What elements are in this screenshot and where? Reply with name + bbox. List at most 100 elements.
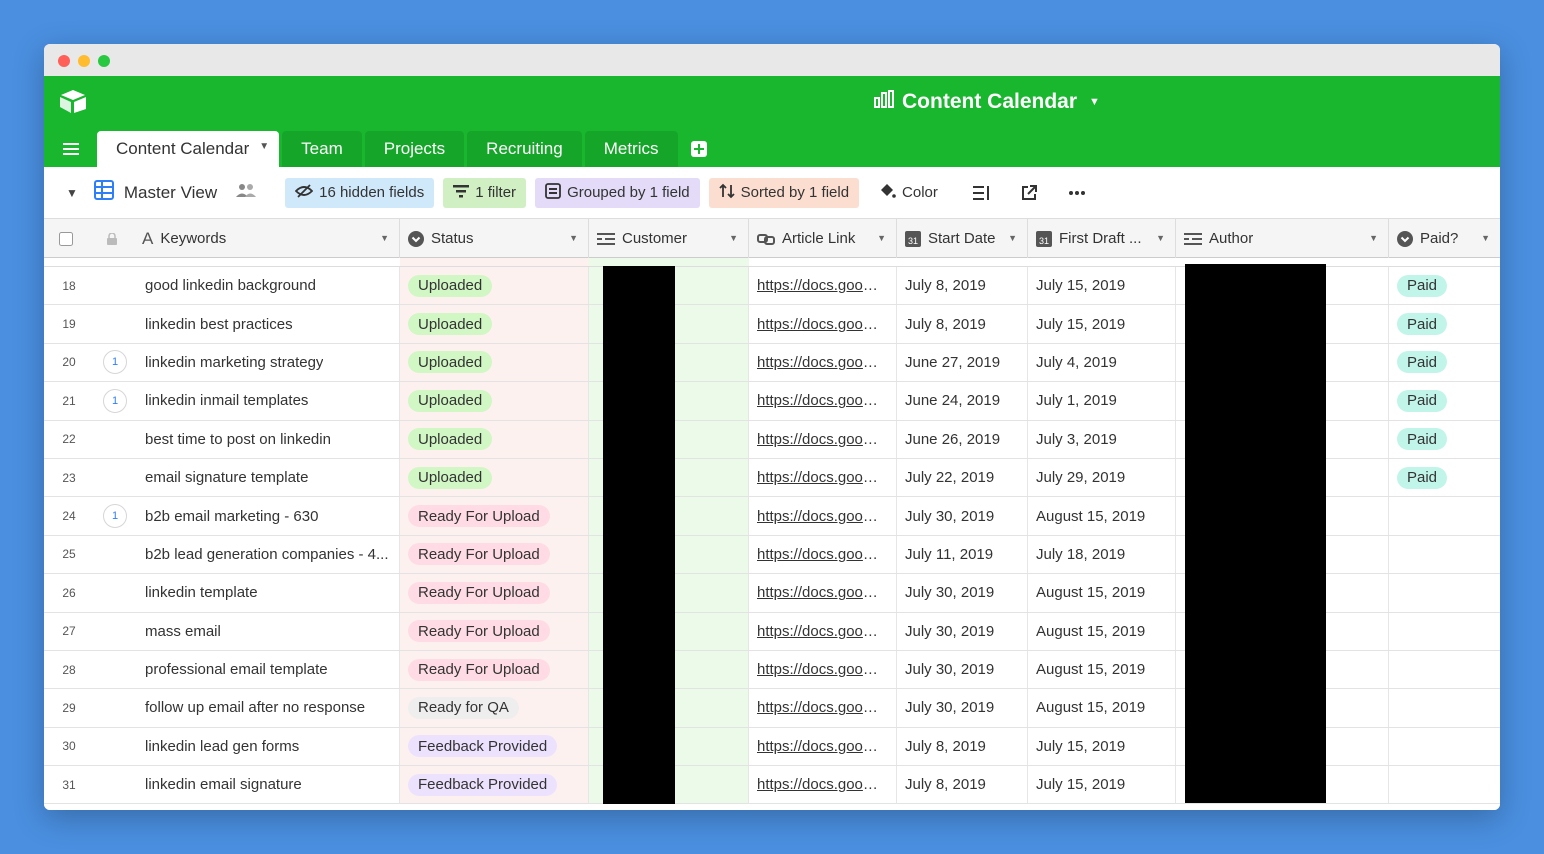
- start-date-cell[interactable]: July 30, 2019: [897, 612, 1028, 650]
- column-header-status[interactable]: Status ▼: [400, 219, 589, 258]
- keyword-cell[interactable]: linkedin email signature: [136, 766, 400, 804]
- article-link[interactable]: https://docs.google.com/document: [757, 623, 883, 640]
- article-link-cell[interactable]: https://docs.google.com/document: [749, 574, 897, 612]
- first-draft-cell[interactable]: July 15, 2019: [1028, 267, 1176, 305]
- article-link[interactable]: https://docs.google.com/document: [757, 431, 883, 448]
- start-date-cell[interactable]: July 8, 2019: [897, 305, 1028, 343]
- collaborators-icon[interactable]: [235, 182, 257, 203]
- article-link[interactable]: https://docs.google.com/document: [757, 354, 883, 371]
- status-cell[interactable]: Uploaded: [400, 420, 589, 458]
- comment-count-badge[interactable]: 1: [103, 504, 127, 529]
- keyword-cell[interactable]: b2b lead generation companies - 4...: [136, 535, 400, 574]
- article-link[interactable]: https://docs.google.com/document: [757, 776, 883, 793]
- row-height-icon[interactable]: [970, 182, 992, 204]
- first-draft-cell[interactable]: August 15, 2019: [1028, 650, 1176, 689]
- status-cell[interactable]: Ready For Upload: [400, 612, 589, 650]
- article-link-cell[interactable]: https://docs.google.com/document: [749, 382, 897, 420]
- view-name-button[interactable]: Master View: [124, 183, 217, 203]
- close-window-button[interactable]: [58, 55, 70, 67]
- first-draft-cell[interactable]: July 18, 2019: [1028, 535, 1176, 574]
- status-cell[interactable]: Feedback Provided: [400, 727, 589, 766]
- color-button[interactable]: Color: [868, 178, 948, 208]
- paid-cell[interactable]: [1389, 728, 1500, 765]
- paid-cell[interactable]: [1389, 689, 1500, 726]
- status-cell[interactable]: Ready For Upload: [400, 574, 589, 612]
- more-options-icon[interactable]: [1066, 182, 1088, 204]
- article-link-cell[interactable]: https://docs.google.com/document: [749, 305, 897, 343]
- maximize-window-button[interactable]: [98, 55, 110, 67]
- keyword-cell[interactable]: b2b email marketing - 630: [136, 497, 400, 535]
- tab-recruiting[interactable]: Recruiting: [467, 131, 582, 167]
- article-link[interactable]: https://docs.google.com/document: [757, 508, 883, 525]
- collapse-sidebar-icon[interactable]: ▼: [66, 186, 78, 200]
- article-link-cell[interactable]: https://docs.google.com/document: [749, 267, 897, 305]
- keyword-cell[interactable]: follow up email after no response: [136, 689, 400, 727]
- filter-button[interactable]: 1 filter: [443, 177, 527, 208]
- article-link-cell[interactable]: https://docs.google.com/document: [749, 650, 897, 689]
- paid-cell[interactable]: Paid: [1389, 459, 1500, 496]
- paid-cell[interactable]: Paid: [1389, 267, 1500, 304]
- chevron-down-icon[interactable]: ▼: [259, 141, 269, 152]
- paid-cell[interactable]: Paid: [1389, 305, 1500, 342]
- article-link-cell[interactable]: https://docs.google.com/document: [749, 458, 897, 497]
- chevron-down-icon[interactable]: ▼: [1156, 233, 1165, 243]
- chevron-down-icon[interactable]: ▼: [1369, 233, 1378, 243]
- keyword-cell[interactable]: good linkedin background: [136, 267, 400, 305]
- chevron-down-icon[interactable]: ▼: [729, 233, 738, 243]
- article-link-cell[interactable]: https://docs.google.com/document: [749, 766, 897, 804]
- article-link[interactable]: https://docs.google.com/document: [757, 277, 883, 294]
- column-header-article-link[interactable]: Article Link ▼: [749, 219, 897, 258]
- column-header-author[interactable]: Author ▼: [1176, 219, 1389, 258]
- article-link[interactable]: https://docs.google.com/document: [757, 469, 883, 486]
- keyword-cell[interactable]: email signature template: [136, 458, 400, 497]
- status-cell[interactable]: Ready For Upload: [400, 497, 589, 535]
- start-date-cell[interactable]: July 30, 2019: [897, 497, 1028, 535]
- paid-cell[interactable]: [1389, 766, 1500, 803]
- article-link[interactable]: https://docs.google.com/document: [757, 699, 883, 716]
- keyword-cell[interactable]: mass email: [136, 612, 400, 650]
- tab-metrics[interactable]: Metrics: [584, 131, 678, 167]
- keyword-cell[interactable]: linkedin inmail templates: [136, 382, 400, 420]
- column-header-paid[interactable]: Paid? ▼: [1389, 219, 1500, 258]
- column-header-customer[interactable]: Customer ▼: [589, 219, 749, 258]
- first-draft-cell[interactable]: July 15, 2019: [1028, 766, 1176, 804]
- status-cell[interactable]: Ready for QA: [400, 689, 589, 727]
- comment-count-badge[interactable]: 1: [103, 350, 127, 375]
- article-link[interactable]: https://docs.google.com/document: [757, 546, 883, 563]
- start-date-cell[interactable]: June 26, 2019: [897, 420, 1028, 458]
- paid-cell[interactable]: [1389, 536, 1500, 573]
- article-link[interactable]: https://docs.google.com/document: [757, 738, 883, 755]
- status-cell[interactable]: Feedback Provided: [400, 766, 589, 804]
- keyword-cell[interactable]: linkedin marketing strategy: [136, 343, 400, 382]
- first-draft-cell[interactable]: August 15, 2019: [1028, 497, 1176, 535]
- first-draft-cell[interactable]: July 4, 2019: [1028, 343, 1176, 382]
- first-draft-cell[interactable]: August 15, 2019: [1028, 612, 1176, 650]
- chevron-down-icon[interactable]: ▼: [1008, 233, 1017, 243]
- article-link-cell[interactable]: https://docs.google.com/document: [749, 497, 897, 535]
- column-header-start-date[interactable]: 31 Start Date ▼: [897, 219, 1028, 258]
- first-draft-cell[interactable]: July 29, 2019: [1028, 458, 1176, 497]
- paid-cell[interactable]: [1389, 497, 1500, 534]
- tab-team[interactable]: Team: [282, 131, 362, 167]
- paid-cell[interactable]: Paid: [1389, 421, 1500, 458]
- column-header-first-draft[interactable]: 31 First Draft ... ▼: [1028, 219, 1176, 258]
- start-date-cell[interactable]: July 30, 2019: [897, 574, 1028, 612]
- paid-cell[interactable]: [1389, 651, 1500, 688]
- paid-cell[interactable]: Paid: [1389, 382, 1500, 419]
- first-draft-cell[interactable]: August 15, 2019: [1028, 574, 1176, 612]
- article-link-cell[interactable]: https://docs.google.com/document: [749, 612, 897, 650]
- article-link[interactable]: https://docs.google.com/document: [757, 661, 883, 678]
- start-date-cell[interactable]: July 30, 2019: [897, 650, 1028, 689]
- status-cell[interactable]: Ready For Upload: [400, 535, 589, 574]
- status-cell[interactable]: Uploaded: [400, 267, 589, 305]
- keyword-cell[interactable]: linkedin template: [136, 574, 400, 612]
- tab-projects[interactable]: Projects: [364, 131, 465, 167]
- status-cell[interactable]: Uploaded: [400, 305, 589, 343]
- start-date-cell[interactable]: June 24, 2019: [897, 382, 1028, 420]
- first-draft-cell[interactable]: August 15, 2019: [1028, 689, 1176, 727]
- comment-count-badge[interactable]: 1: [103, 388, 127, 413]
- chevron-down-icon[interactable]: ▼: [1481, 233, 1490, 243]
- keyword-cell[interactable]: linkedin best practices: [136, 305, 400, 343]
- start-date-cell[interactable]: July 11, 2019: [897, 535, 1028, 574]
- first-draft-cell[interactable]: July 1, 2019: [1028, 382, 1176, 420]
